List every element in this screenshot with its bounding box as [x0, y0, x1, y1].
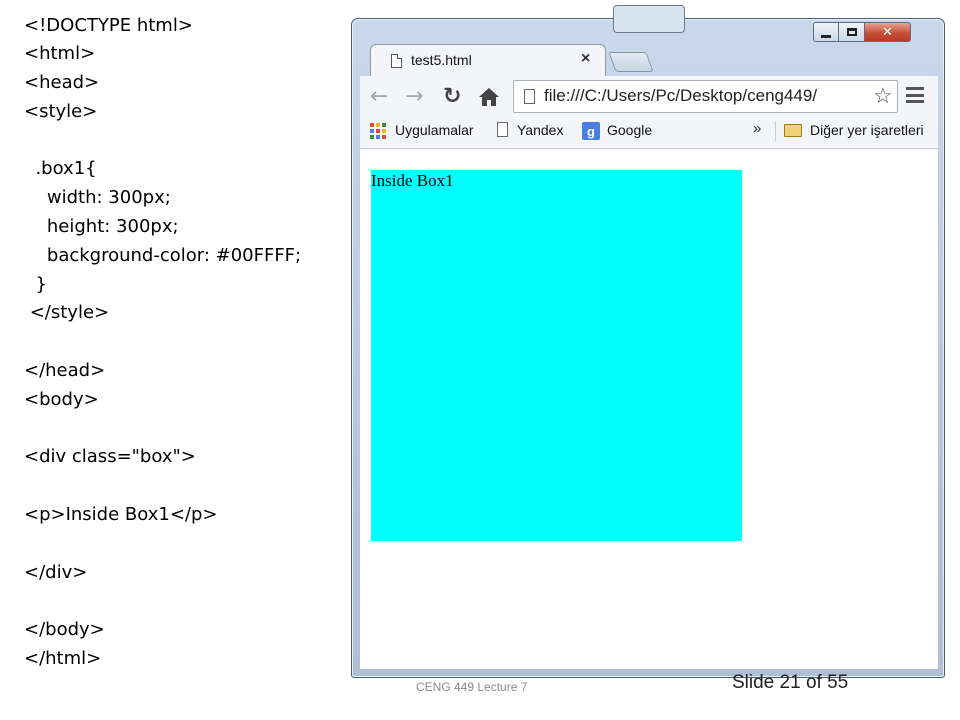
bookmark-other[interactable]: Diğer yer işaretleri — [810, 122, 924, 138]
titlebar-tab-stub — [613, 5, 685, 33]
slide-number: Slide 21 of 55 — [732, 672, 849, 693]
code-line-box1-selector: .box1{ — [24, 158, 97, 179]
tab-title: test5.html — [411, 52, 472, 68]
code-line-head-open: <head> — [24, 72, 100, 93]
bookmark-divider — [775, 121, 776, 141]
course-footer: CENG 449 Lecture 7 — [416, 680, 528, 694]
bookmark-apps[interactable]: Uygulamalar — [395, 122, 474, 138]
maximize-icon — [846, 28, 857, 36]
tab-close-icon[interactable]: × — [581, 50, 590, 68]
code-line-head-close: </head> — [24, 360, 106, 381]
code-line-style-close: </style> — [24, 302, 110, 323]
code-line-doctype: <!DOCTYPE html> — [24, 15, 193, 36]
page-icon — [497, 122, 508, 137]
code-line-close-brace: } — [24, 274, 47, 295]
folder-icon — [784, 124, 802, 137]
page-icon — [391, 54, 402, 68]
code-line-body-close: </body> — [24, 619, 105, 640]
code-line-body-open: <body> — [24, 389, 99, 410]
apps-grid-icon[interactable] — [370, 123, 386, 139]
address-bar[interactable]: file:///C:/Users/Pc/Desktop/ceng449/ ☆ — [513, 80, 898, 113]
url-text[interactable]: file:///C:/Users/Pc/Desktop/ceng449/ — [544, 86, 870, 106]
google-icon: g — [582, 122, 600, 140]
bookmark-star-icon[interactable]: ☆ — [873, 83, 893, 109]
home-icon[interactable] — [478, 86, 500, 108]
code-line-html-open: <html> — [24, 43, 96, 64]
bookmark-yandex[interactable]: Yandex — [517, 122, 563, 138]
code-line-div-open: <div class="box"> — [24, 446, 196, 467]
more-bookmarks-chevron-icon[interactable]: » — [753, 120, 761, 137]
minimize-button[interactable] — [813, 22, 839, 42]
reload-icon[interactable]: ↻ — [443, 84, 461, 110]
box1-text: Inside Box1 — [371, 171, 454, 190]
code-line-width: width: 300px; — [24, 187, 171, 208]
code-line-style-open: <style> — [24, 101, 98, 122]
minimize-icon — [821, 34, 831, 38]
code-line-div-close: </div> — [24, 562, 88, 583]
maximize-button[interactable] — [839, 22, 865, 42]
code-line-paragraph: <p>Inside Box1</p> — [24, 504, 218, 525]
page-icon — [524, 89, 535, 104]
code-line-background: background-color: #00FFFF; — [24, 245, 302, 266]
code-line-height: height: 300px; — [24, 216, 179, 237]
hamburger-menu-icon[interactable] — [906, 87, 924, 103]
bookmark-google[interactable]: Google — [607, 122, 652, 138]
tab-test5[interactable]: test5.html × — [370, 44, 606, 77]
code-line-html-close: </html> — [24, 648, 102, 669]
window-controls: ✕ — [813, 22, 911, 44]
new-tab-button[interactable] — [608, 52, 654, 72]
forward-arrow-icon[interactable]: → — [405, 84, 423, 110]
back-arrow-icon[interactable]: ← — [370, 84, 388, 110]
box1: Inside Box1 — [371, 170, 742, 541]
close-window-button[interactable]: ✕ — [865, 22, 911, 42]
